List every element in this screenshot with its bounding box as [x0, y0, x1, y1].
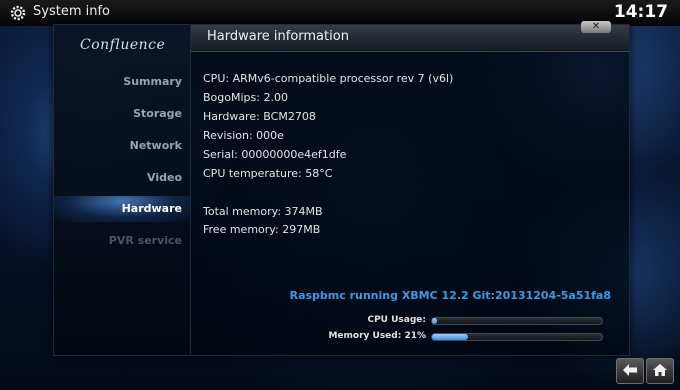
cpu-usage-label: CPU Usage: — [367, 315, 426, 325]
back-button[interactable] — [616, 358, 644, 384]
info-line-hardware: Hardware: BCM2708 — [203, 110, 316, 123]
sidebar-item-summary[interactable]: Summary — [54, 69, 190, 95]
system-info-panel: Confluence Summary Storage Network Video… — [53, 21, 630, 356]
memory-used-label: Memory Used: 21% — [328, 331, 426, 341]
skin-logo: Confluence — [80, 37, 166, 53]
info-line-total-memory: Total memory: 374MB — [203, 205, 323, 218]
page-title: Hardware information — [207, 29, 349, 44]
memory-used-fill — [432, 334, 468, 340]
cpu-usage-fill — [432, 318, 438, 324]
info-line-serial: Serial: 00000000e4ef1dfe — [203, 148, 347, 161]
content-header: Hardware information — [191, 25, 629, 52]
sidebar-item-hardware[interactable]: Hardware — [54, 196, 190, 222]
info-line-cpu: CPU: ARMv6-compatible processor rev 7 (v… — [203, 72, 454, 85]
window-title: System info — [33, 4, 110, 19]
close-icon: ✕ — [591, 21, 601, 32]
content-area: Hardware information ✕ CPU: ARMv6-compat… — [191, 21, 629, 355]
home-icon — [653, 364, 667, 376]
clock: 14:17 — [613, 2, 668, 22]
sidebar-item-pvr-service[interactable]: PVR service — [54, 228, 190, 254]
cpu-usage-meter — [431, 317, 603, 325]
close-button[interactable]: ✕ — [581, 21, 611, 33]
sidebar-item-storage[interactable]: Storage — [54, 101, 190, 127]
back-arrow-icon — [623, 364, 637, 376]
info-line-free-memory: Free memory: 297MB — [203, 223, 321, 236]
sidebar-item-network[interactable]: Network — [54, 133, 190, 159]
status-text: Raspbmc running XBMC 12.2 Git:20131204-5… — [289, 289, 611, 302]
info-line-bogomips: BogoMips: 2.00 — [203, 91, 288, 104]
gear-icon — [9, 4, 27, 22]
sidebar: Confluence Summary Storage Network Video… — [54, 25, 191, 355]
info-line-revision: Revision: 000e — [203, 129, 284, 142]
top-bar: System info 14:17 — [0, 0, 680, 26]
info-line-cpu-temperature: CPU temperature: 58°C — [203, 167, 333, 180]
home-button[interactable] — [646, 358, 674, 384]
sidebar-item-video[interactable]: Video — [54, 165, 190, 191]
memory-used-meter — [431, 333, 603, 341]
